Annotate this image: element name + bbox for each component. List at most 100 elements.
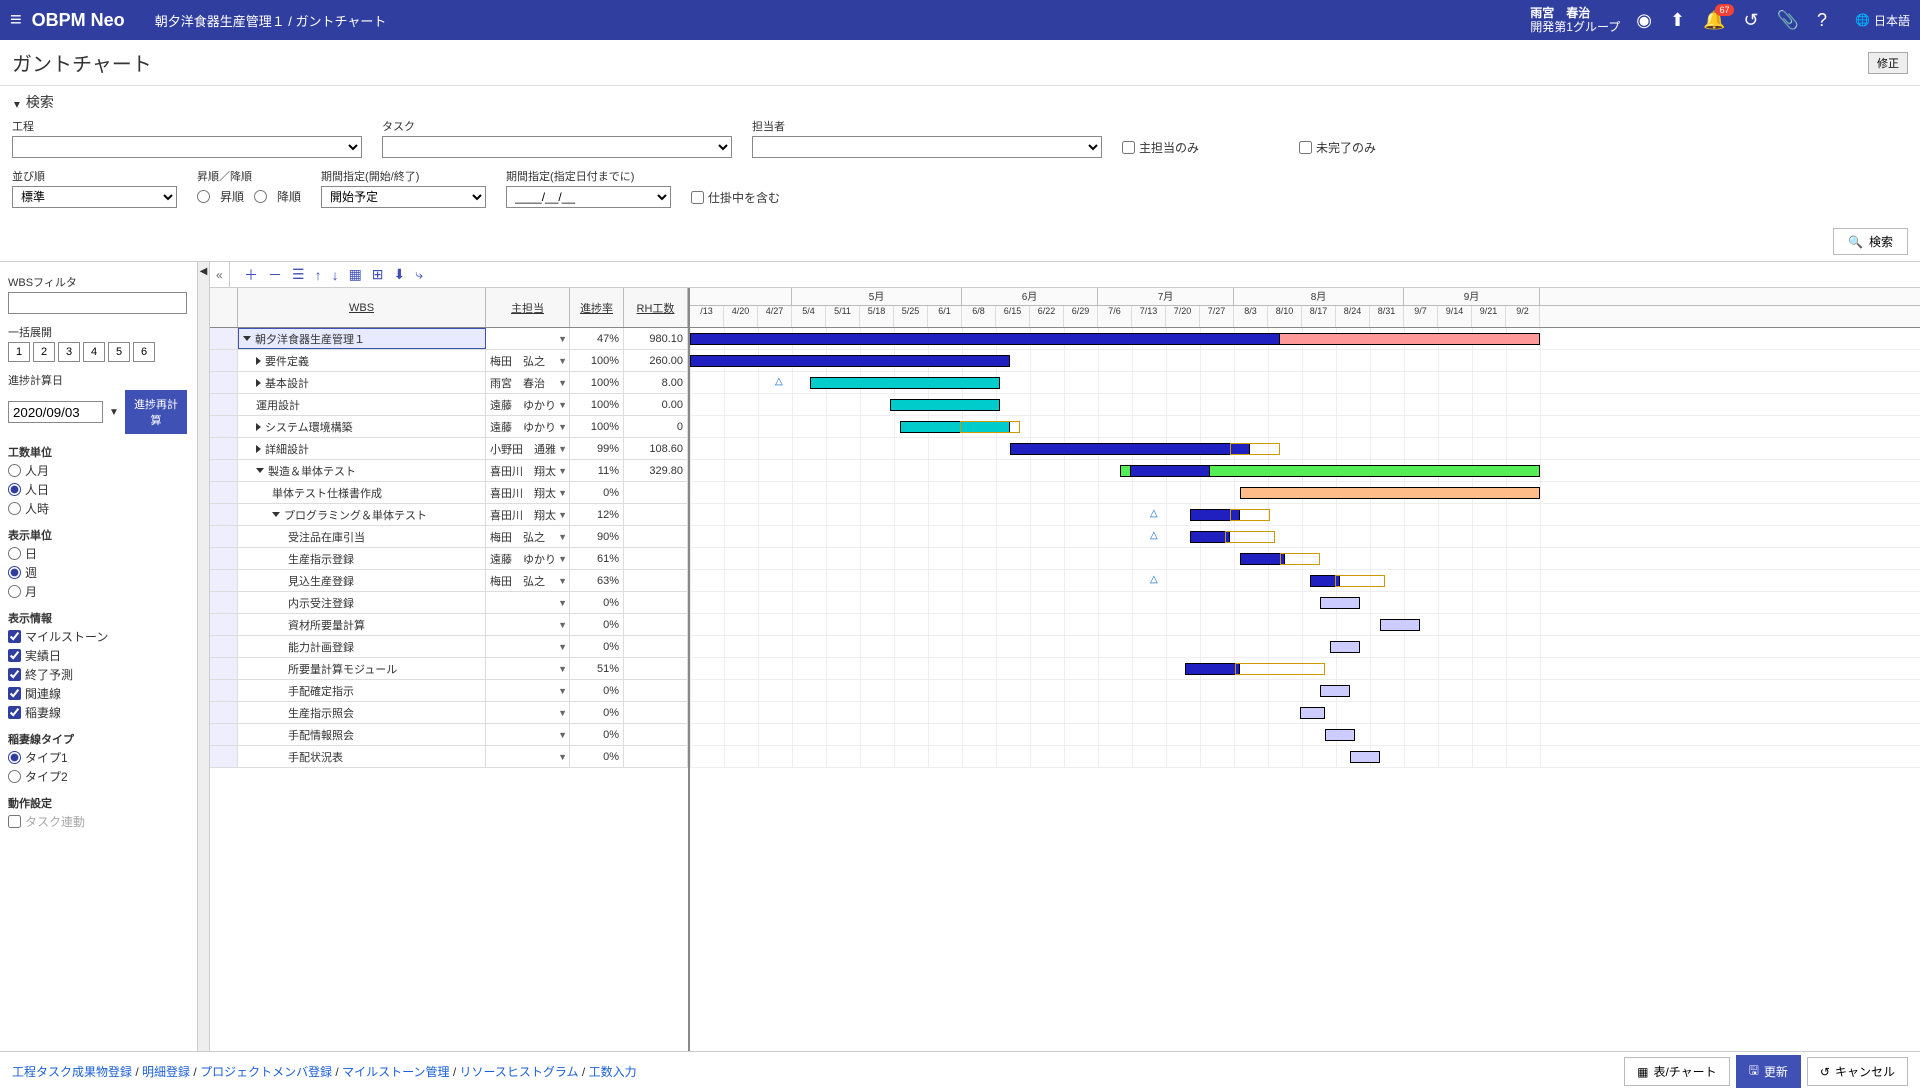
owner-cell[interactable]: ▼ (486, 636, 570, 657)
level-button-5[interactable]: 5 (108, 342, 130, 362)
table-row[interactable]: 資材所要量計算▼0% (210, 614, 688, 636)
fix-button[interactable]: 修正 (1868, 52, 1908, 74)
table-row[interactable]: 運用設計遠藤 ゆかり▼100%0.00 (210, 394, 688, 416)
owner-select[interactable] (752, 136, 1102, 158)
search-toggle[interactable]: ▲検索 (12, 92, 1908, 112)
table-row[interactable]: 基本設計雨宮 春治▼100%8.00 (210, 372, 688, 394)
period-type-select[interactable]: 開始予定 (321, 186, 486, 208)
dropdown-icon[interactable]: ▼ (109, 407, 119, 418)
radio-人月[interactable] (8, 464, 21, 477)
table-row[interactable]: 製造＆単体テスト喜田川 翔太▼11%329.80 (210, 460, 688, 482)
wbs-cell[interactable]: 基本設計 (238, 372, 486, 393)
check-実績日[interactable] (8, 649, 21, 662)
table-row[interactable]: 手配情報照会▼0% (210, 724, 688, 746)
cancel-button[interactable]: ↺キャンセル (1807, 1057, 1908, 1086)
gantt-bar[interactable] (1010, 443, 1250, 455)
level-button-1[interactable]: 1 (8, 342, 30, 362)
gantt-bar[interactable] (1130, 465, 1210, 477)
desc-radio[interactable] (254, 190, 267, 203)
gantt-bar[interactable] (1240, 553, 1285, 565)
remove-icon[interactable]: － (268, 265, 282, 285)
check-関連線[interactable] (8, 687, 21, 700)
down-icon[interactable]: ↓ (332, 267, 339, 283)
expand-cell[interactable] (210, 504, 238, 525)
table-row[interactable]: 朝夕洋食器生産管理１▼47%980.10 (210, 328, 688, 350)
check-task-link[interactable] (8, 815, 21, 828)
recalc-button[interactable]: 進捗再計算 (125, 390, 187, 434)
expand-cell[interactable] (210, 724, 238, 745)
add-icon[interactable]: ＋ (244, 265, 258, 285)
main-owner-checkbox[interactable] (1122, 141, 1135, 154)
grid-hscroll[interactable] (210, 1035, 688, 1051)
radio-日[interactable] (8, 547, 21, 560)
layers-icon[interactable]: ☰ (292, 266, 305, 283)
expand-cell[interactable] (210, 350, 238, 371)
expand-cell[interactable] (210, 592, 238, 613)
owner-cell[interactable]: ▼ (486, 746, 570, 767)
table-row[interactable]: 手配状況表▼0% (210, 746, 688, 768)
level-button-3[interactable]: 3 (58, 342, 80, 362)
wbs-cell[interactable]: 所要量計算モジュール (238, 658, 486, 679)
wbs-cell[interactable]: システム環境構築 (238, 416, 486, 437)
expand-cell[interactable] (210, 460, 238, 481)
download-icon[interactable]: ⬇ (394, 266, 406, 283)
radio-月[interactable] (8, 585, 21, 598)
wbs-cell[interactable]: 内示受注登録 (238, 592, 486, 613)
radio-週[interactable] (8, 566, 21, 579)
table-chart-button[interactable]: ▦表/チャート (1624, 1057, 1730, 1086)
chart-hscroll[interactable] (690, 768, 1920, 784)
gantt-bar[interactable] (890, 399, 1000, 411)
table-row[interactable]: 生産指示登録遠藤 ゆかり▼61% (210, 548, 688, 570)
header-progress[interactable]: 進捗率 (570, 288, 624, 327)
table-row[interactable]: 要件定義梅田 弘之▼100%260.00 (210, 350, 688, 372)
wbs-cell[interactable]: 手配確定指示 (238, 680, 486, 701)
expand-cell[interactable] (210, 658, 238, 679)
owner-cell[interactable]: ▼ (486, 724, 570, 745)
gantt-bar[interactable] (960, 421, 1020, 433)
gantt-bar[interactable] (1320, 685, 1350, 697)
table-row[interactable]: 見込生産登録梅田 弘之▼63% (210, 570, 688, 592)
menu-icon[interactable]: ≡ (10, 9, 22, 32)
wbs-cell[interactable]: 詳細設計 (238, 438, 486, 459)
footer-link[interactable]: プロジェクトメンバ登録 (200, 1065, 332, 1079)
check-マイルストーン[interactable] (8, 630, 21, 643)
wbs-cell[interactable]: 朝夕洋食器生産管理１ (238, 328, 486, 349)
expand-cell[interactable] (210, 526, 238, 547)
wbs-cell[interactable]: 単体テスト仕様書作成 (238, 482, 486, 503)
owner-cell[interactable]: ▼ (486, 614, 570, 635)
grid1-icon[interactable]: ▦ (349, 266, 362, 283)
header-owner[interactable]: 主担当 (486, 288, 570, 327)
level-button-6[interactable]: 6 (133, 342, 155, 362)
left-collapse-handle[interactable]: ◀ (197, 262, 209, 1051)
level-button-4[interactable]: 4 (83, 342, 105, 362)
owner-cell[interactable]: 雨宮 春治▼ (486, 372, 570, 393)
expand-cell[interactable] (210, 482, 238, 503)
gantt-bar[interactable] (1280, 553, 1320, 565)
footer-link[interactable]: 工程タスク成果物登録 (12, 1065, 132, 1079)
expand-cell[interactable] (210, 372, 238, 393)
gantt-chart[interactable]: 5月6月7月8月9月 /134/204/275/45/115/185/256/1… (690, 288, 1920, 1051)
gantt-bar[interactable] (1185, 663, 1240, 675)
expand-cell[interactable] (210, 746, 238, 767)
asc-radio[interactable] (197, 190, 210, 203)
owner-cell[interactable]: 喜田川 翔太▼ (486, 504, 570, 525)
gantt-bar[interactable] (1300, 707, 1325, 719)
table-row[interactable]: 能力計画登録▼0% (210, 636, 688, 658)
gantt-bar[interactable] (690, 333, 1280, 345)
gantt-bar[interactable] (690, 355, 1010, 367)
sort-select[interactable]: 標準 (12, 186, 177, 208)
gantt-bar[interactable] (1330, 641, 1360, 653)
language-selector[interactable]: 🌐 日本語 (1855, 12, 1910, 29)
radio-タイプ2[interactable] (8, 770, 21, 783)
expand-cell[interactable] (210, 416, 238, 437)
search-button[interactable]: 🔍検索 (1833, 228, 1908, 255)
owner-cell[interactable]: 遠藤 ゆかり▼ (486, 416, 570, 437)
period-until-select[interactable]: ____/__/__ (506, 186, 671, 208)
owner-cell[interactable]: ▼ (486, 658, 570, 679)
gantt-bar[interactable] (1230, 509, 1270, 521)
expand-cell[interactable] (210, 636, 238, 657)
owner-cell[interactable]: 梅田 弘之▼ (486, 526, 570, 547)
expand-cell[interactable] (210, 680, 238, 701)
header-wbs[interactable]: WBS (238, 288, 486, 327)
notification-icon[interactable]: 🔔67 (1703, 10, 1725, 31)
